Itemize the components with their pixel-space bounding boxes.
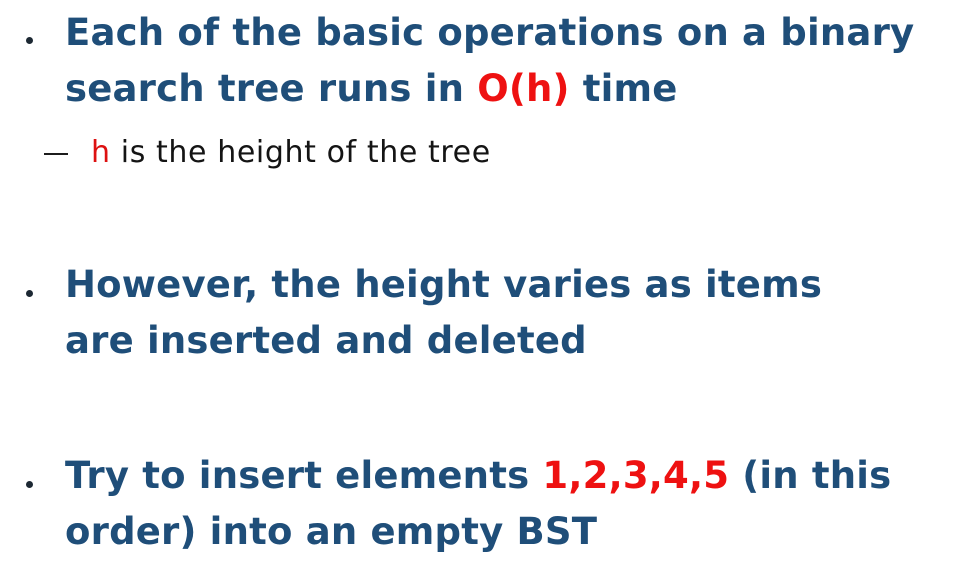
- bullet-3-highlight-elements: 1,2,3,4,5: [542, 454, 730, 497]
- sub-bullet-1-highlight-h: h: [91, 135, 111, 170]
- bullet-2-text: However, the height varies as items are …: [65, 257, 845, 369]
- bullet-3-text: Try to insert elements 1,2,3,4,5 (in thi…: [65, 448, 970, 560]
- bullet-dot-icon: [26, 290, 33, 297]
- bullet-3-text-part-a: Try to insert elements: [65, 454, 543, 497]
- bullet-dot-icon: [26, 37, 33, 44]
- bullet-dot-icon: [26, 481, 33, 488]
- sub-bullet-1-text: h is the height of the tree: [91, 133, 491, 173]
- bullet-1-text: Each of the basic operations on a binary…: [65, 5, 970, 117]
- slide: Each of the basic operations on a binary…: [0, 0, 980, 586]
- bullet-1-highlight-complexity: O(h): [477, 67, 570, 110]
- bullet-2-text-part-a: However, the height varies as items are …: [65, 263, 823, 362]
- dash-icon: [44, 153, 68, 155]
- sub-bullet-1-text-rest: is the height of the tree: [110, 135, 491, 170]
- bullet-1-text-part-b: time: [569, 67, 678, 110]
